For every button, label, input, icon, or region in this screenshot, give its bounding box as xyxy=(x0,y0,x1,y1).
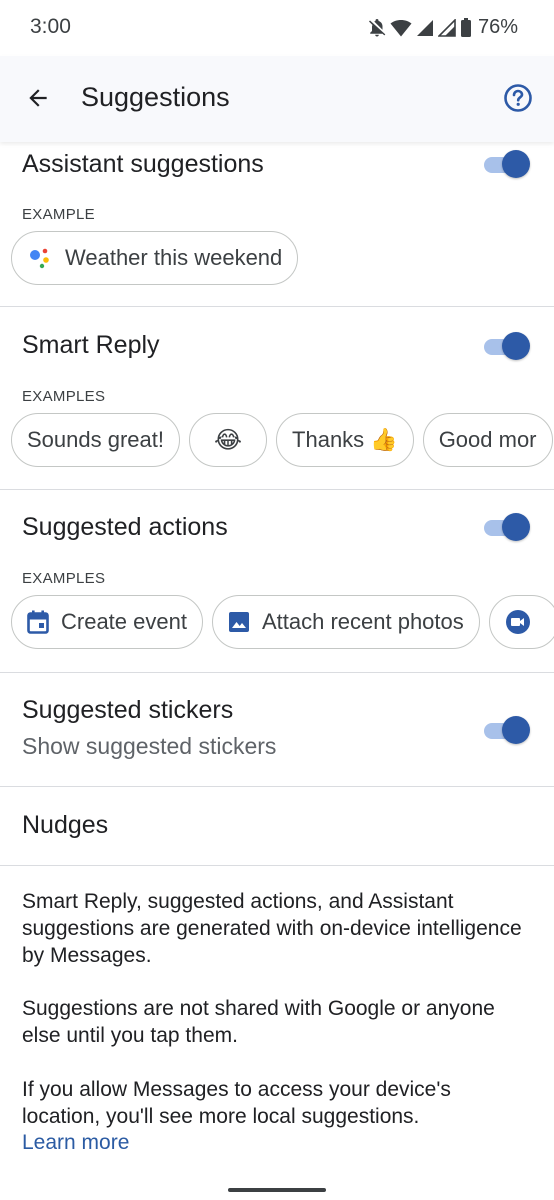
suggested-actions-title: Suggested actions xyxy=(22,513,228,541)
nudges-row[interactable]: Nudges xyxy=(0,787,554,866)
chip-label: Good mor xyxy=(438,427,537,452)
battery-percent: 76% xyxy=(477,16,518,38)
gesture-nav-handle[interactable] xyxy=(228,1188,326,1192)
suggested-stickers-section[interactable]: Suggested stickers Show suggested sticke… xyxy=(0,673,554,787)
wifi-icon xyxy=(390,19,412,36)
video-call-chip[interactable] xyxy=(488,595,554,649)
back-button[interactable] xyxy=(18,78,58,118)
chip-label: Weather this weekend xyxy=(65,245,283,270)
battery-icon xyxy=(460,17,471,37)
suggested-stickers-title: Suggested stickers xyxy=(22,696,234,724)
learn-more-link[interactable]: Learn more xyxy=(22,1131,129,1155)
assistant-suggestion-chip[interactable]: Weather this weekend xyxy=(11,231,299,285)
page-title: Suggestions xyxy=(81,82,230,112)
footer-info: Smart Reply, suggested actions, and Assi… xyxy=(0,866,554,1186)
suggested-stickers-subtitle: Show suggested stickers xyxy=(22,733,277,759)
chip-label: Sounds great! xyxy=(27,427,164,452)
settings-list: Assistant suggestions EXAMPLE Weather th… xyxy=(0,142,554,1186)
suggested-stickers-toggle[interactable] xyxy=(484,715,530,745)
signal-icon xyxy=(416,19,433,36)
laughing-emoji: 😂 xyxy=(213,426,243,454)
assistant-chip-row: Weather this weekend xyxy=(11,231,299,285)
status-bar: 3:00 76% xyxy=(0,0,554,56)
nudges-title: Nudges xyxy=(22,811,109,839)
smart-reply-emoji-chip[interactable]: 😂 xyxy=(188,413,268,467)
footer-paragraph-3: If you allow Messages to access your dev… xyxy=(22,1078,451,1128)
assistant-suggestions-title: Assistant suggestions xyxy=(22,150,264,178)
smart-reply-title: Smart Reply xyxy=(22,331,160,359)
smart-reply-chip[interactable]: Good mor xyxy=(422,413,553,467)
footer-paragraph-1: Smart Reply, suggested actions, and Assi… xyxy=(22,890,522,967)
assistant-suggestions-section: Assistant suggestions EXAMPLE Weather th… xyxy=(0,142,554,307)
create-event-chip[interactable]: Create event xyxy=(11,595,203,649)
calendar-icon xyxy=(27,610,49,634)
help-button[interactable] xyxy=(500,80,536,116)
footer-paragraph-2: Suggestions are not shared with Google o… xyxy=(22,997,495,1047)
suggested-actions-section: Suggested actions EXAMPLES Create event xyxy=(0,490,554,673)
smart-reply-section: Smart Reply EXAMPLES Sounds great! 😂 Tha… xyxy=(0,307,554,490)
notifications-off-icon xyxy=(368,18,386,36)
suggested-actions-chip-row: Create event Attach recent photos xyxy=(11,595,554,649)
app-bar: Suggestions xyxy=(0,56,554,142)
example-label: EXAMPLE xyxy=(22,206,95,223)
chip-label: Create event xyxy=(61,609,187,634)
status-icons: 76% xyxy=(368,16,518,39)
smart-reply-toggle[interactable] xyxy=(484,331,530,361)
smart-reply-chip[interactable]: Thanks 👍 xyxy=(276,413,414,467)
examples-label: EXAMPLES xyxy=(22,388,106,405)
smart-reply-chip-row: Sounds great! 😂 Thanks 👍 Good mor xyxy=(11,413,553,467)
help-icon xyxy=(504,84,532,112)
signal-icon-2 xyxy=(437,18,456,37)
arrow-back-icon xyxy=(29,89,47,107)
examples-label: EXAMPLES xyxy=(22,570,106,587)
attach-photos-chip[interactable]: Attach recent photos xyxy=(211,595,480,649)
video-icon xyxy=(505,609,531,635)
google-assistant-icon xyxy=(27,245,53,271)
suggested-actions-toggle[interactable] xyxy=(484,512,530,542)
chip-label: Thanks 👍 xyxy=(292,427,398,452)
assistant-suggestions-toggle[interactable] xyxy=(484,149,530,179)
chip-label: Attach recent photos xyxy=(261,609,464,634)
smart-reply-chip[interactable]: Sounds great! xyxy=(11,413,180,467)
status-time: 3:00 xyxy=(30,15,71,38)
image-icon xyxy=(228,611,250,633)
